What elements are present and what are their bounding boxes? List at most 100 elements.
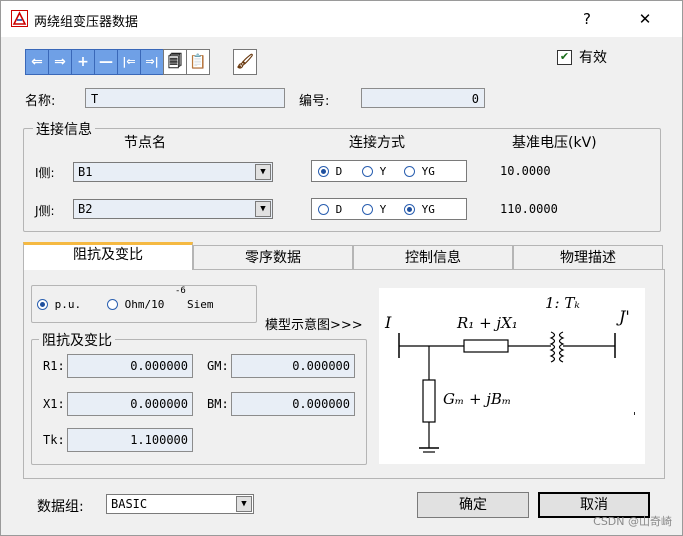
plus-icon: + — [77, 54, 89, 70]
radio-icon — [404, 204, 415, 215]
copy-button[interactable]: 🗐 — [163, 49, 187, 75]
valid-checkbox[interactable]: ✔ — [557, 50, 572, 65]
window-title: 两绕组变压器数据 — [34, 15, 139, 30]
option-label: Y — [379, 203, 387, 216]
i-side-label: I侧: — [35, 166, 55, 180]
delete-record-button[interactable]: — — [94, 49, 118, 75]
close-button[interactable]: ✕ — [622, 1, 668, 37]
dataset-label: 数据组: — [37, 499, 84, 515]
unit-ohm-label: Ohm/10 — [124, 298, 165, 311]
j-side-node-select[interactable]: B2 ▼ — [73, 199, 273, 219]
transformer-model-diagram: I J' R₁ + jX₁ 1: Tₖ Gₘ + jBₘ ' — [379, 288, 645, 464]
j-side-mode-y[interactable]: Y — [362, 203, 386, 216]
tab-zero-sequence[interactable]: 零序数据 — [193, 245, 353, 269]
j-side-mode-yg[interactable]: YG — [404, 203, 435, 216]
bm-input[interactable]: 0.000000 — [231, 392, 355, 416]
check-mark-icon: ✔ — [559, 50, 570, 63]
radio-icon — [318, 204, 329, 215]
j-side-mode-group: D Y YG — [311, 198, 467, 220]
ok-button[interactable]: 确定 — [417, 492, 529, 518]
tk-label: Tk: — [43, 433, 65, 447]
option-label: Y — [379, 165, 387, 178]
bm-label: BM: — [207, 397, 229, 411]
add-record-button[interactable]: + — [71, 49, 95, 75]
i-side-node-select[interactable]: B1 ▼ — [73, 162, 273, 182]
help-button[interactable]: ? — [564, 1, 610, 37]
radio-icon — [318, 166, 329, 177]
valid-label: 有效 — [579, 50, 607, 66]
watermark: CSDN @山奇崎 — [593, 515, 672, 528]
connection-group-title: 连接信息 — [33, 119, 95, 139]
chevron-down-icon: ▼ — [236, 496, 252, 512]
i-side-mode-d[interactable]: D — [318, 165, 342, 178]
radio-icon — [362, 204, 373, 215]
transformer-app-icon — [11, 10, 28, 27]
minus-icon: — — [99, 54, 113, 70]
name-input[interactable]: T — [85, 88, 285, 108]
paste-icon: 📋 — [189, 54, 207, 70]
dataset-select[interactable]: BASIC ▼ — [106, 494, 254, 514]
i-side-node-value: B1 — [78, 165, 93, 179]
radio-icon — [37, 299, 48, 310]
gm-label: GM: — [207, 359, 229, 373]
diagram-series-impedance: R₁ + jX₁ — [456, 314, 518, 332]
unit-pu-label: p.u. — [54, 298, 82, 311]
first-record-button[interactable]: |⇐ — [117, 49, 141, 75]
first-icon: |⇐ — [122, 55, 136, 68]
radio-icon — [362, 166, 373, 177]
title-bar: 两绕组变压器数据 ? ✕ — [1, 1, 682, 37]
j-side-voltage: 110.0000 — [500, 202, 558, 216]
tab-physical[interactable]: 物理描述 — [513, 245, 663, 269]
prev-record-button[interactable]: ⇐ — [25, 49, 49, 75]
diagram-j-label: J' — [616, 307, 630, 326]
unit-pu-radio[interactable]: p.u. — [37, 298, 81, 311]
tab-control[interactable]: 控制信息 — [353, 245, 513, 269]
copy-icon: 🗐 — [168, 54, 182, 70]
brush-button[interactable]: 🖌 — [233, 49, 257, 75]
j-side-mode-d[interactable]: D — [318, 203, 342, 216]
gm-input[interactable]: 0.000000 — [231, 354, 355, 378]
diagram-shunt-admittance: Gₘ + jBₘ — [443, 390, 511, 408]
name-label: 名称: — [25, 94, 56, 109]
option-label: YG — [421, 165, 435, 178]
r1-input[interactable]: 0.000000 — [67, 354, 193, 378]
j-side-node-value: B2 — [78, 202, 93, 216]
radio-icon — [107, 299, 118, 310]
j-side-label: J侧: — [35, 204, 55, 218]
chevron-down-icon: ▼ — [255, 201, 271, 217]
x1-label: X1: — [43, 397, 65, 411]
diagram-mark: ' — [633, 410, 636, 423]
paste-button[interactable]: 📋 — [186, 49, 210, 75]
x1-input[interactable]: 0.000000 — [67, 392, 193, 416]
model-diagram-link[interactable]: 模型示意图>>> — [265, 314, 363, 333]
next-record-button[interactable]: ⇒ — [48, 49, 72, 75]
diagram-ratio: 1: Tₖ — [545, 294, 580, 312]
option-label: D — [335, 165, 343, 178]
circuit-drawing: I J' R₁ + jX₁ 1: Tₖ Gₘ + jBₘ ' — [384, 294, 636, 453]
i-side-mode-yg[interactable]: YG — [404, 165, 435, 178]
impedance-group-title: 阻抗及变比 — [39, 330, 115, 350]
dialog-window: 两绕组变压器数据 ? ✕ ⇐ ⇒ + — |⇐ ⇒| 🗐 📋 🖌 ✔ 有效 名称… — [0, 0, 683, 536]
diagram-i-label: I — [384, 313, 392, 332]
help-icon: ? — [583, 10, 591, 28]
last-record-button[interactable]: ⇒| — [140, 49, 164, 75]
i-side-mode-y[interactable]: Y — [362, 165, 386, 178]
close-icon: ✕ — [638, 10, 652, 28]
arrow-left-icon: ⇐ — [31, 54, 43, 70]
radio-icon — [404, 166, 415, 177]
number-input[interactable]: 0 — [361, 88, 485, 108]
option-label: YG — [421, 203, 435, 216]
unit-ohm-radio[interactable]: Ohm/10 — [107, 298, 164, 311]
tk-input[interactable]: 1.100000 — [67, 428, 193, 452]
last-icon: ⇒| — [145, 55, 159, 68]
i-side-voltage: 10.0000 — [500, 164, 551, 178]
brush-icon: 🖌 — [236, 54, 254, 70]
r1-label: R1: — [43, 359, 65, 373]
voltage-header: 基准电压(kV) — [512, 135, 597, 151]
number-label: 编号: — [299, 94, 330, 109]
dataset-value: BASIC — [111, 497, 148, 511]
option-label: D — [335, 203, 343, 216]
i-side-mode-group: D Y YG — [311, 160, 467, 182]
tab-impedance[interactable]: 阻抗及变比 — [23, 242, 193, 270]
active-tab-joiner — [24, 268, 192, 270]
